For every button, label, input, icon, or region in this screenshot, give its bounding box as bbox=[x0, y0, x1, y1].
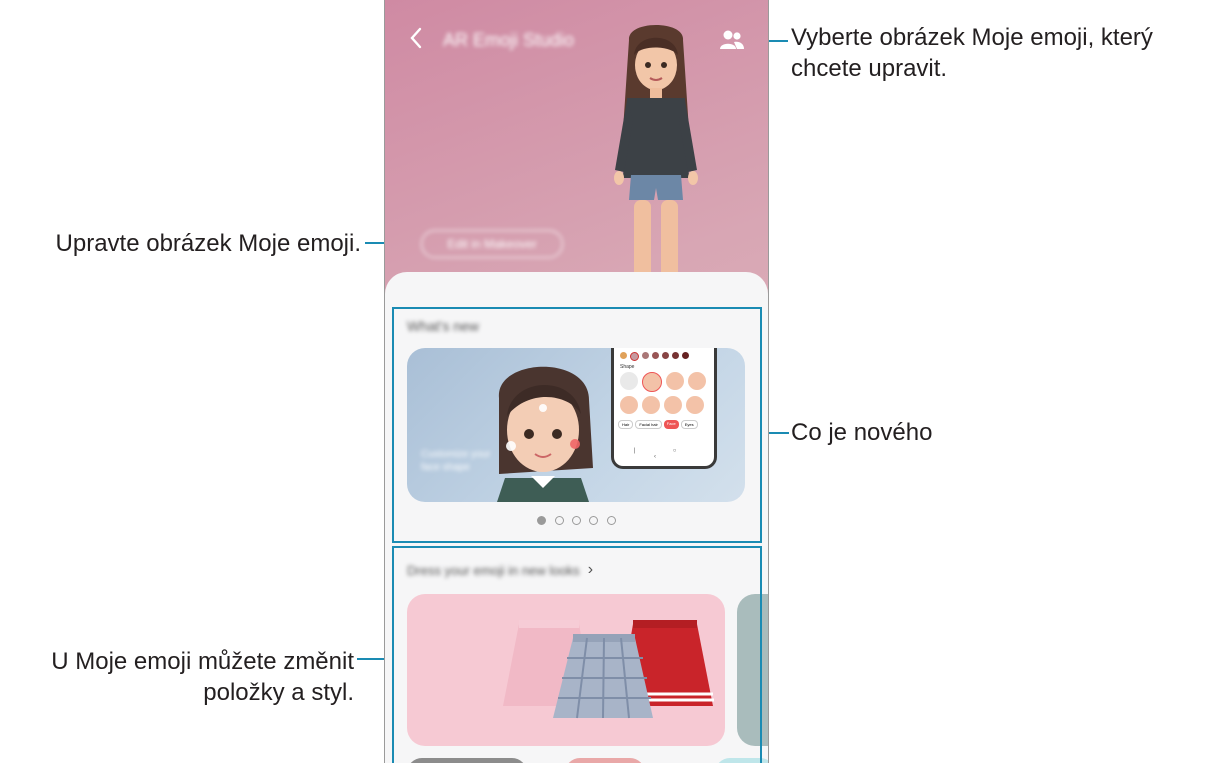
select-emoji-button[interactable] bbox=[719, 28, 745, 52]
annotation-whats-new: Co je nového bbox=[791, 419, 933, 446]
annotation-edit-emoji: Upravte obrázek Moje emoji. bbox=[55, 230, 361, 257]
edit-emoji-button[interactable]: Edit in Makeover bbox=[421, 230, 563, 258]
edit-emoji-label: Edit in Makeover bbox=[447, 237, 537, 251]
chevron-left-icon bbox=[410, 27, 422, 49]
annotation-change-items: U Moje emoji můžete změnit položky a sty… bbox=[51, 648, 354, 706]
avatar[interactable] bbox=[591, 10, 721, 310]
annotation-select-emoji: Vyberte obrázek Moje emoji, který chcete… bbox=[791, 24, 1153, 82]
app-title: AR Emoji Studio bbox=[443, 30, 575, 50]
back-button[interactable] bbox=[407, 26, 427, 50]
people-icon bbox=[720, 30, 744, 49]
highlight-dress bbox=[392, 546, 762, 763]
highlight-whats-new bbox=[392, 307, 762, 543]
phone-screen: AR Emoji Studio Edit in Makeover What's … bbox=[384, 0, 769, 763]
